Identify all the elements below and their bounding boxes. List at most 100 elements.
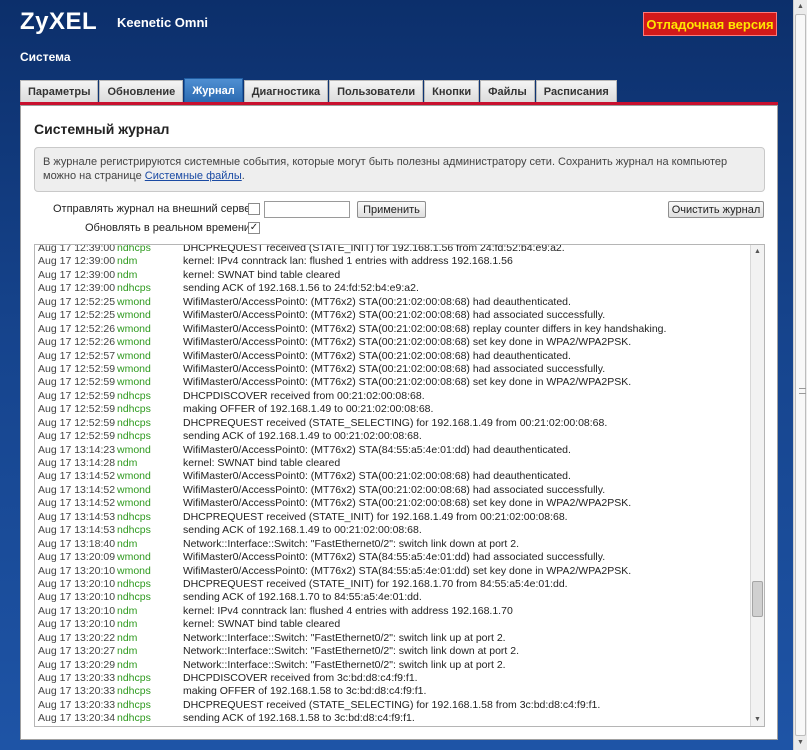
- log-timestamp: Aug 17 13:20:10: [38, 577, 116, 590]
- tab-update[interactable]: Обновление: [99, 80, 184, 102]
- log-timestamp: Aug 17 13:18:40: [38, 537, 116, 550]
- log-row: Aug 17 13:14:52 wmond WifiMaster0/AccessPo…: [35, 497, 749, 510]
- log-message: WifiMaster0/AccessPoint0: (MT76x2) STA(0…: [183, 322, 667, 335]
- log-message: Network::Interface::Switch: "FastEtherne…: [183, 631, 506, 644]
- log-timestamp: Aug 17 13:20:27: [38, 645, 116, 658]
- log-message: sending ACK of 192.168.1.56 to 24:fd:52:…: [183, 282, 419, 295]
- zyxel-logo: ZyXEL: [20, 8, 98, 35]
- log-scrollbar[interactable]: ▲ ▼: [750, 245, 764, 726]
- tab-buttons[interactable]: Кнопки: [424, 80, 480, 102]
- log-timestamp: Aug 17 13:14:23: [38, 443, 116, 456]
- page-scroll-down-icon[interactable]: ▼: [794, 736, 807, 750]
- log-row: Aug 17 13:14:52 wmond WifiMaster0/AccessPo…: [35, 470, 749, 483]
- log-message: DHCPREQUEST received (STATE_SELECTING) f…: [183, 698, 601, 711]
- log-message: WifiMaster0/AccessPoint0: (MT76x2) STA(8…: [183, 551, 606, 564]
- log-timestamp: Aug 17 13:20:34: [38, 712, 116, 725]
- scroll-up-arrow-icon[interactable]: ▲: [751, 245, 764, 258]
- system-files-link[interactable]: Системные файлы: [145, 170, 242, 182]
- log-service: ndm: [117, 631, 138, 644]
- log-message: Network::Interface::Switch: "FastEtherne…: [183, 537, 520, 550]
- tab-files[interactable]: Файлы: [480, 80, 535, 102]
- log-timestamp: Aug 17 13:20:10: [38, 564, 116, 577]
- tab-log[interactable]: Журнал: [184, 78, 243, 102]
- log-row: Aug 17 13:20:10 ndm kernel: SWNAT bind tab…: [35, 618, 749, 631]
- product-name: Keenetic Omni: [117, 15, 209, 30]
- apply-button[interactable]: Применить: [357, 201, 426, 218]
- log-row: Aug 17 13:20:29 ndm Network::Interface::Sw…: [35, 659, 749, 672]
- server-address-input[interactable]: [264, 201, 350, 218]
- log-service: wmond: [117, 349, 151, 362]
- log-message: sending ACK of 192.168.1.70 to 84:55:a5:…: [183, 591, 422, 604]
- tab-bar: Параметры Обновление Журнал Диагностика …: [20, 78, 618, 102]
- page-scroll-up-icon[interactable]: ▲: [794, 0, 807, 14]
- log-service: ndhcps: [117, 282, 151, 295]
- log-message: WifiMaster0/AccessPoint0: (MT76x2) STA(8…: [183, 564, 632, 577]
- log-viewer[interactable]: Aug 17 12:39:00 ndhcps DHCPREQUEST receive…: [34, 244, 765, 727]
- clear-log-button[interactable]: Очистить журнал: [668, 201, 764, 218]
- log-timestamp: Aug 17 12:52:59: [38, 362, 116, 375]
- log-timestamp: Aug 17 13:20:10: [38, 618, 116, 631]
- header: ZyXEL Keenetic Omni Отладочная версия Си…: [0, 0, 793, 80]
- log-row: Aug 17 12:52:59 ndhcps DHCPDISCOVER receiv…: [35, 390, 749, 403]
- log-timestamp: Aug 17 12:52:26: [38, 336, 116, 349]
- log-message: making OFFER of 192.168.1.49 to 00:21:02…: [183, 403, 434, 416]
- log-service: ndhcps: [117, 403, 151, 416]
- log-row: Aug 17 12:52:26 wmond WifiMaster0/AccessPo…: [35, 323, 749, 336]
- log-message: DHCPDISCOVER received from 00:21:02:00:0…: [183, 389, 425, 402]
- log-timestamp: Aug 17 12:52:59: [38, 389, 116, 402]
- log-row: Aug 17 13:20:09 wmond WifiMaster0/AccessPo…: [35, 551, 749, 564]
- log-row: Aug 17 13:20:22 ndm Network::Interface::Sw…: [35, 632, 749, 645]
- external-server-checkbox[interactable]: [248, 203, 260, 215]
- log-row: Aug 17 13:14:53 ndhcps DHCPREQUEST receive…: [35, 511, 749, 524]
- log-row: Aug 17 13:18:40 ndm Network::Interface::Sw…: [35, 538, 749, 551]
- page-scroll-thumb[interactable]: [795, 14, 806, 736]
- log-row: Aug 17 12:39:00 ndm kernel: SWNAT bind tab…: [35, 269, 749, 282]
- log-message: WifiMaster0/AccessPoint0: (MT76x2) STA(8…: [183, 443, 571, 456]
- log-message: WifiMaster0/AccessPoint0: (MT76x2) STA(0…: [183, 470, 571, 483]
- log-row: Aug 17 12:39:00 ndhcps DHCPREQUEST receive…: [35, 244, 749, 255]
- log-service: wmond: [117, 362, 151, 375]
- log-message: sending ACK of 192.168.1.49 to 00:21:02:…: [183, 430, 422, 443]
- log-service: wmond: [117, 564, 151, 577]
- log-timestamp: Aug 17 12:52:26: [38, 322, 116, 335]
- log-timestamp: Aug 17 13:20:33: [38, 685, 116, 698]
- log-row: Aug 17 12:52:57 wmond WifiMaster0/AccessPo…: [35, 350, 749, 363]
- log-timestamp: Aug 17 13:20:09: [38, 551, 116, 564]
- log-message: kernel: SWNAT bind table cleared: [183, 618, 341, 631]
- realtime-checkbox[interactable]: ✓: [248, 222, 260, 234]
- log-service: wmond: [117, 309, 151, 322]
- scroll-down-arrow-icon[interactable]: ▼: [751, 713, 764, 726]
- log-service: ndhcps: [117, 510, 151, 523]
- log-service: ndm: [117, 457, 138, 469]
- log-message: Network::Interface::Switch: "FastEtherne…: [183, 658, 506, 671]
- log-row: Aug 17 12:52:25 wmond WifiMaster0/AccessPo…: [35, 309, 749, 322]
- log-scroll-thumb[interactable]: [752, 581, 763, 617]
- debug-version-badge: Отладочная версия: [643, 12, 777, 36]
- log-row: Aug 17 13:20:33 ndhcps making OFFER of 192…: [35, 685, 749, 698]
- log-timestamp: Aug 17 12:39:00: [38, 282, 116, 295]
- log-message: WifiMaster0/AccessPoint0: (MT76x2) STA(0…: [183, 349, 571, 362]
- log-timestamp: Aug 17 12:52:59: [38, 376, 116, 389]
- tab-schedules[interactable]: Расписания: [535, 80, 617, 102]
- log-service: ndhcps: [117, 672, 151, 684]
- log-timestamp: Aug 17 12:52:59: [38, 416, 116, 429]
- log-service: ndhcps: [117, 698, 151, 711]
- log-service: ndm: [117, 537, 138, 550]
- log-timestamp: Aug 17 12:52:59: [38, 430, 116, 443]
- page: ZyXEL Keenetic Omni Отладочная версия Си…: [0, 0, 793, 750]
- log-row: Aug 17 12:52:59 wmond WifiMaster0/AccessPo…: [35, 363, 749, 376]
- system-log-panel: Системный журнал В журнале регистрируютс…: [20, 105, 778, 740]
- tab-users[interactable]: Пользователи: [329, 80, 424, 102]
- log-row: Aug 17 12:52:59 wmond WifiMaster0/AccessPo…: [35, 376, 749, 389]
- log-message: DHCPREQUEST received (STATE_SELECTING) f…: [183, 416, 608, 429]
- log-service: ndhcps: [117, 244, 151, 254]
- log-row: Aug 17 12:39:00 ndhcps sending ACK of 192.…: [35, 282, 749, 295]
- tab-parameters[interactable]: Параметры: [20, 80, 99, 102]
- log-timestamp: Aug 17 13:20:10: [38, 591, 116, 604]
- log-row: Aug 17 13:20:33 ndhcps DHCPREQUEST receive…: [35, 699, 749, 712]
- log-row: Aug 17 13:20:10 wmond WifiMaster0/AccessPo…: [35, 565, 749, 578]
- tab-diagnostics[interactable]: Диагностика: [243, 80, 329, 102]
- page-scrollbar[interactable]: ▲ ▼: [793, 0, 807, 750]
- log-message: WifiMaster0/AccessPoint0: (MT76x2) STA(0…: [183, 376, 632, 389]
- log-timestamp: Aug 17 13:20:29: [38, 658, 116, 671]
